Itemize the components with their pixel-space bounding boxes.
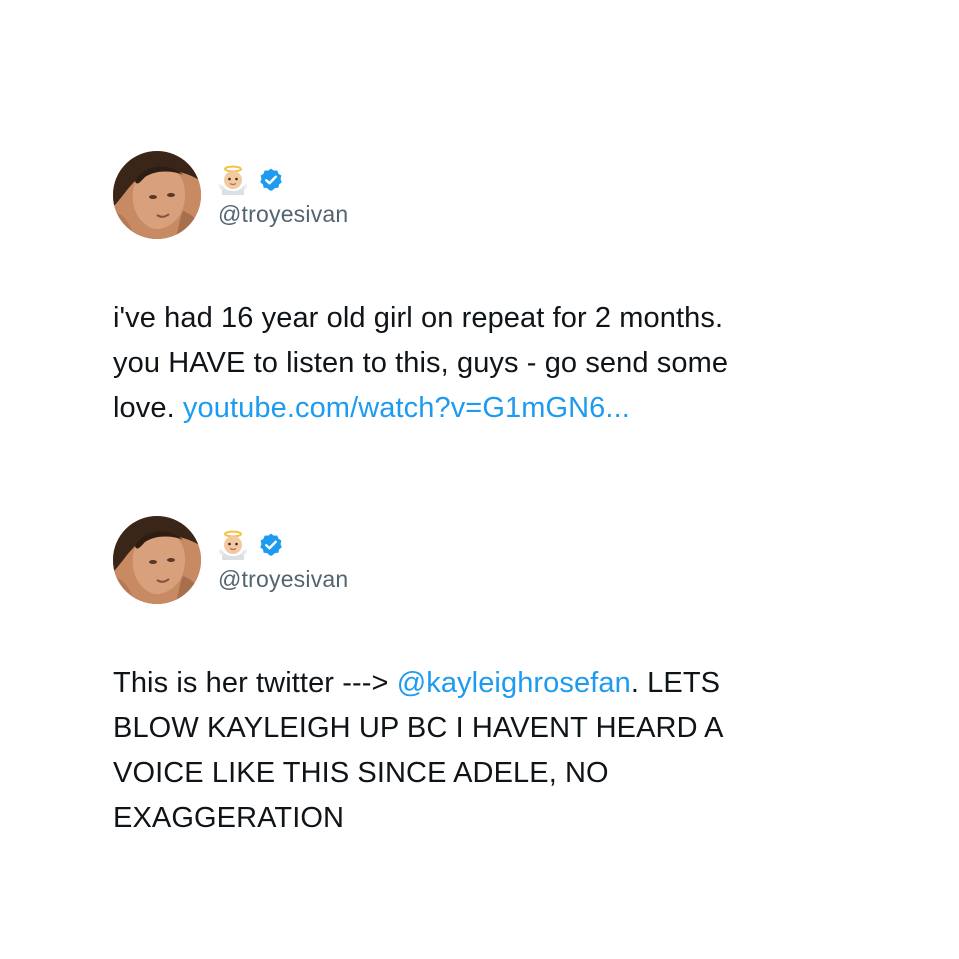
tweet-line: VOICE LIKE THIS SINCE ADELE, NO — [113, 751, 873, 796]
tweet-line: This is her twitter ---> @kayleighrosefa… — [113, 661, 873, 706]
tweet-header: @troyesivan — [113, 515, 873, 605]
baby-angel-emoji-icon — [218, 165, 248, 195]
tweet-text-segment: . LETS — [630, 667, 721, 699]
user-meta: @troyesivan — [218, 163, 348, 228]
tweet-text-segment: i've had 16 year old girl on repeat for … — [113, 302, 724, 334]
avatar[interactable] — [113, 516, 201, 604]
user-meta: @troyesivan — [218, 528, 348, 593]
verified-badge-icon — [258, 532, 284, 558]
tweet-text-segment: This is her twitter ---> — [113, 667, 397, 699]
tweet-text-segment: BLOW KAYLEIGH UP BC I HAVENT HEARD A — [113, 712, 724, 744]
tweet-1: @troyesivan i've had 16 year old girl on… — [113, 150, 873, 431]
baby-angel-emoji-icon — [218, 530, 248, 560]
tweet-line: i've had 16 year old girl on repeat for … — [113, 296, 873, 341]
tweet-text-segment: you HAVE to listen to this, guys - go se… — [113, 347, 729, 379]
tweet-header: @troyesivan — [113, 150, 873, 240]
tweet-line: love. youtube.com/watch?v=G1mGN6... — [113, 386, 873, 431]
user-handle[interactable]: @troyesivan — [218, 201, 348, 228]
tweet-text-segment: love. — [113, 392, 183, 424]
user-handle[interactable]: @troyesivan — [218, 566, 348, 593]
tweet-2: @troyesivan This is her twitter ---> @ka… — [113, 515, 873, 841]
tweet-line: BLOW KAYLEIGH UP BC I HAVENT HEARD A — [113, 706, 873, 751]
name-row — [218, 528, 348, 562]
tweet-text-segment: VOICE LIKE THIS SINCE ADELE, NO — [113, 757, 609, 789]
youtube-link[interactable]: youtube.com/watch?v=G1mGN6... — [183, 392, 630, 424]
verified-badge-icon — [258, 167, 284, 193]
tweet-text: i've had 16 year old girl on repeat for … — [113, 296, 873, 431]
tweet-text: This is her twitter ---> @kayleighrosefa… — [113, 661, 873, 841]
avatar[interactable] — [113, 151, 201, 239]
tweet-line: you HAVE to listen to this, guys - go se… — [113, 341, 873, 386]
tweet-text-segment: EXAGGERATION — [113, 802, 345, 834]
mention-link[interactable]: @kayleighrosefan — [397, 667, 631, 699]
name-row — [218, 163, 348, 197]
tweet-line: EXAGGERATION — [113, 796, 873, 841]
